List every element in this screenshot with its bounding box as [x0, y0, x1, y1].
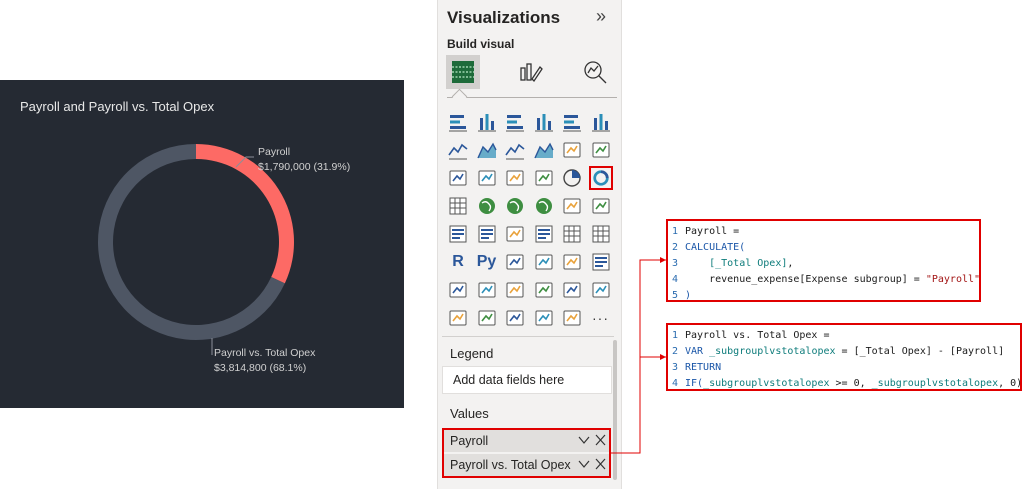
line-number: 3 — [672, 362, 679, 373]
line-number: 4 — [672, 274, 679, 285]
code-keyword: IF( — [685, 378, 704, 389]
payroll-measure-code: 1 Payroll = 2 CALCULATE( 3 [_Total Opex], … — [666, 219, 981, 302]
payroll-vs-total-opex-measure-code: 1 Payroll vs. Total Opex = 2 VAR _subgroup… — [666, 323, 1022, 391]
line-number: 4 — [672, 378, 679, 389]
code-text: ) — [685, 290, 692, 301]
code-text: , 0) — [998, 378, 1023, 389]
code-text: Payroll = — [685, 226, 740, 237]
connector-line-2 — [639, 356, 666, 453]
line-number: 2 — [672, 242, 679, 253]
code-text: , — [787, 258, 794, 269]
code-keyword: VAR — [685, 346, 710, 357]
code-text: >= 0, — [829, 378, 872, 389]
code-text: CALCULATE( — [685, 242, 746, 253]
line-number: 3 — [672, 258, 679, 269]
code-variable: _subgrouplvstotalopex — [871, 378, 999, 389]
code-variable: _subgrouplvstotalopex — [703, 378, 830, 389]
code-variable: _subgrouplvstotalopex — [709, 346, 836, 357]
code-text: = [_Total Opex] - [Payroll] — [835, 346, 1005, 357]
code-text: revenue_expense[Expense subgroup] = — [709, 274, 926, 285]
line-number: 2 — [672, 346, 679, 357]
line-number: 1 — [672, 226, 679, 237]
code-keyword: RETURN — [685, 362, 722, 373]
line-number: 5 — [672, 290, 679, 301]
line-number: 1 — [672, 330, 679, 341]
code-string: "Payroll" — [925, 274, 981, 285]
code-text: Payroll vs. Total Opex = — [685, 330, 830, 341]
code-text: [_Total Opex] — [709, 258, 788, 269]
